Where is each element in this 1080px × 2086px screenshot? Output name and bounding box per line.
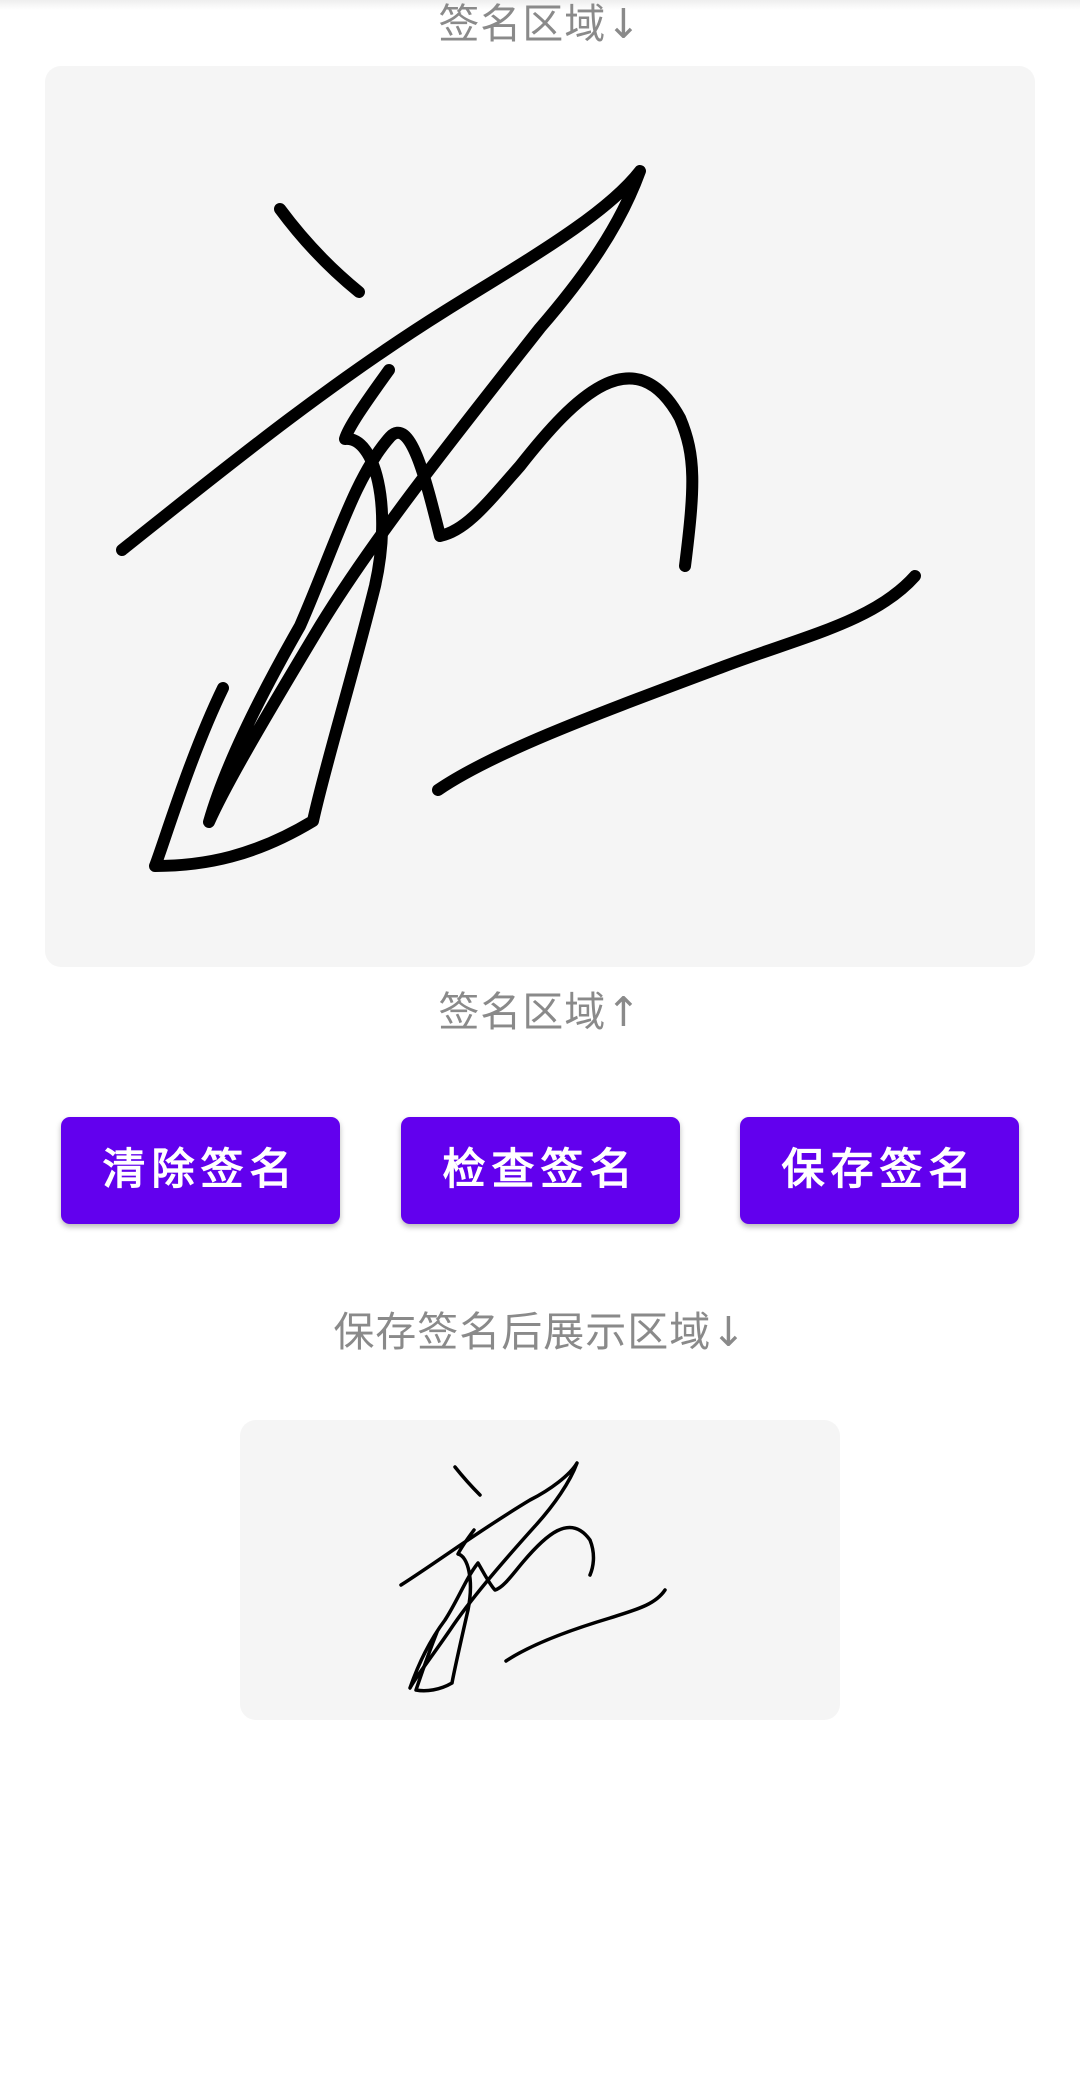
signature-ink — [116, 165, 921, 872]
stroke-4 — [432, 570, 921, 796]
saved-signature-preview — [240, 1420, 840, 1720]
signature-pad[interactable] — [45, 66, 1035, 967]
signature-area-top-caption: 签名区域↓ — [438, 0, 642, 48]
signature-area-bottom-caption: 签名区域↑ — [438, 988, 642, 1036]
saved-preview-caption: 保存签名后展示区域↓ — [333, 1308, 747, 1356]
stroke-1 — [274, 203, 365, 298]
save-signature-button[interactable]: 保存签名 — [740, 1117, 1019, 1224]
stroke-3 — [149, 364, 395, 872]
saved-signature-image — [399, 1461, 667, 1693]
clear-signature-button[interactable]: 清除签名 — [61, 1117, 340, 1224]
check-signature-button[interactable]: 检查签名 — [401, 1117, 680, 1224]
